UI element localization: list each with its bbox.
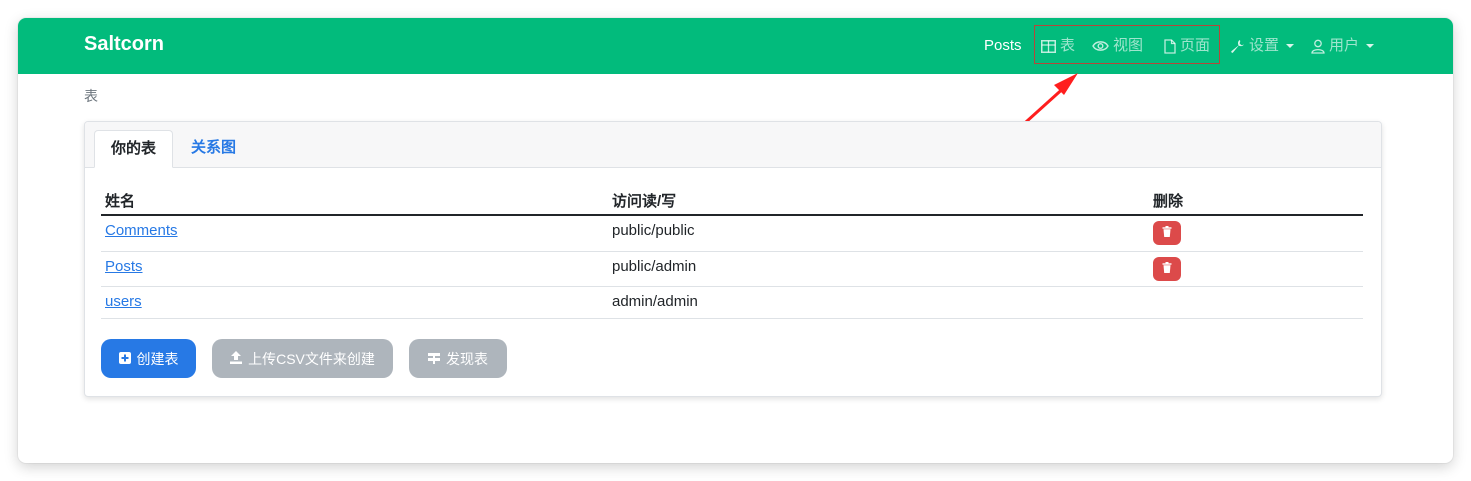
delete-button[interactable] [1153,221,1181,245]
table-link-users[interactable]: users [105,293,142,310]
card-header: 你的表 关系图 [85,122,1381,168]
nav-item-posts[interactable]: Posts [984,36,1022,56]
nav-item-user[interactable]: 用户 [1311,36,1375,56]
wrench-icon [1230,39,1245,54]
row-divider [101,251,1363,252]
nav-item-settings[interactable]: 设置 [1230,36,1295,56]
create-table-label: 创建表 [136,350,179,367]
nav-posts-label: Posts [984,37,1022,54]
column-header-delete: 删除 [1153,193,1184,210]
app-window: Saltcorn Posts 表 视图 页面 设置 用户 表 你的表 关系图 姓… [18,18,1453,463]
brand-logo[interactable]: Saltcorn [84,33,164,56]
annotation-highlight-box [1034,25,1220,64]
table-header-divider [101,214,1363,216]
tab-your-tables[interactable]: 你的表 [94,130,174,168]
discover-tables-button[interactable]: 发现表 [409,339,507,378]
chevron-down-icon [1286,44,1295,48]
access-cell: public/admin [612,258,697,275]
upload-csv-label: 上传CSV文件来创建 [248,350,375,367]
tab-relationship-diagram[interactable]: 关系图 [175,130,252,168]
column-header-access: 访问读/写 [612,193,677,210]
nav-user-label: 用户 [1329,37,1360,54]
create-table-button[interactable]: 创建表 [101,339,196,378]
upload-icon [230,350,243,367]
column-header-name: 姓名 [105,193,136,210]
plus-square-icon [118,351,131,367]
access-cell: admin/admin [612,293,698,310]
user-icon [1311,39,1325,54]
row-divider [101,318,1363,319]
nav-settings-label: 设置 [1249,37,1280,54]
access-cell: public/public [612,222,695,239]
chevron-down-icon [1366,44,1375,48]
delete-button[interactable] [1153,257,1181,281]
tables-card: 你的表 关系图 姓名 访问读/写 删除 Comments public/publ… [84,121,1382,397]
sign-post-icon [428,351,440,367]
table-link-comments[interactable]: Comments [105,222,178,239]
trash-icon [1162,224,1172,242]
upload-csv-button[interactable]: 上传CSV文件来创建 [212,339,393,378]
discover-tables-label: 发现表 [446,350,488,367]
trash-icon [1162,260,1172,278]
breadcrumb: 表 [84,88,98,104]
top-navbar: Saltcorn Posts 表 视图 页面 设置 用户 [18,18,1453,74]
row-divider [101,286,1363,287]
table-link-posts[interactable]: Posts [105,258,143,275]
